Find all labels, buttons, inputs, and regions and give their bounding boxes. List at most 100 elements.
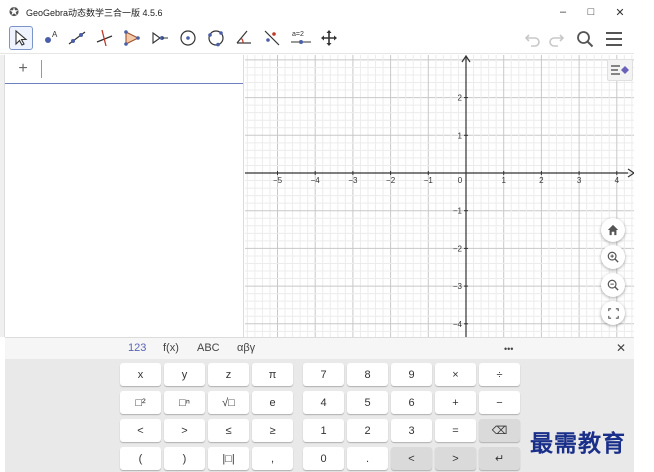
arrow-cursor-icon [15,29,28,46]
line-tool-button[interactable] [65,26,89,50]
key-backspace[interactable]: ⌫ [479,419,520,442]
y-tick-label: −4 [453,320,463,329]
key-cursor-right[interactable]: > [435,447,476,470]
keyboard-tab-numbers[interactable]: 123 [128,342,146,354]
key-5[interactable]: 5 [347,391,388,414]
key-0[interactable]: 0 [303,447,344,470]
keyboard-close-button[interactable]: ✕ [616,341,626,355]
key-power[interactable]: □ⁿ [164,391,205,414]
angle-icon [236,30,251,44]
keyboard-tab-functions[interactable]: f(x) [163,342,179,354]
move-tool-button[interactable] [9,26,33,50]
key-minus[interactable]: − [479,391,520,414]
y-tick-label: −1 [453,207,463,216]
key-3[interactable]: 3 [391,419,432,442]
fullscreen-button[interactable] [601,301,625,325]
toolbar: A a=2 [0,24,654,54]
key-less-equal[interactable]: ≤ [208,419,249,442]
key-6[interactable]: 6 [391,391,432,414]
keyboard-header: 123 f(x) ABC αβγ ••• ✕ [5,337,634,359]
key-pi[interactable]: π [252,363,293,386]
key-y[interactable]: y [164,363,205,386]
key-x[interactable]: x [120,363,161,386]
keyboard-tab-greek[interactable]: αβγ [237,342,255,354]
undo-button[interactable] [522,28,544,50]
style-bar-toggle-button[interactable] [607,59,633,81]
key-open-paren[interactable]: ( [120,447,161,470]
zoom-in-button[interactable] [601,245,625,269]
undo-icon [524,34,540,47]
keyboard-more-button[interactable]: ••• [504,344,513,354]
perpendicular-tool-button[interactable] [92,26,116,50]
key-close-paren[interactable]: ) [164,447,205,470]
key-enter[interactable]: ↵ [479,447,520,470]
key-plus[interactable]: + [435,391,476,414]
y-tick-label: −3 [453,282,463,291]
move-view-tool-button[interactable] [317,26,341,50]
key-comma[interactable]: , [252,447,293,470]
algebra-view: + [5,55,244,337]
key-1[interactable]: 1 [303,419,344,442]
hamburger-menu-icon [606,32,622,46]
close-button[interactable]: ✕ [605,0,635,24]
style-bar-icon [611,65,629,75]
key-z[interactable]: z [208,363,249,386]
x-tick-label: 2 [539,176,544,185]
key-7[interactable]: 7 [303,363,344,386]
key-abs[interactable]: |□| [208,447,249,470]
key-decimal[interactable]: . [347,447,388,470]
key-greater-than[interactable]: > [164,419,205,442]
circle-three-points-icon [208,30,224,47]
y-tick-label: 2 [458,94,463,103]
fullscreen-icon [607,307,619,319]
y-tick-label: −2 [453,244,463,253]
key-less-than[interactable]: < [120,419,161,442]
circle-center-icon [180,30,196,46]
key-square[interactable]: □² [120,391,161,414]
home-icon [607,224,619,236]
graphics-view[interactable]: −5 −4 −3 −2 −1 0 1 2 3 4 2 1 −1 −2 −3 −4 [245,55,634,337]
reflect-point-tool-button[interactable] [148,26,172,50]
redo-button[interactable] [545,28,567,50]
add-item-button[interactable]: + [5,60,41,78]
key-e[interactable]: e [252,391,293,414]
key-divide[interactable]: ÷ [479,363,520,386]
angle-tool-button[interactable] [232,26,256,50]
x-tick-label: −1 [424,176,434,185]
zoom-out-icon [607,279,619,291]
zoom-out-button[interactable] [601,273,625,297]
slider-tool-button[interactable]: a=2 [288,26,314,50]
point-tool-button[interactable]: A [38,26,62,50]
redo-icon [549,34,565,47]
point-icon: A [45,30,58,43]
x-tick-label: −2 [386,176,396,185]
search-button[interactable] [574,28,596,50]
coordinate-grid: −5 −4 −3 −2 −1 0 1 2 3 4 2 1 −1 −2 −3 −4 [245,55,634,337]
keyboard-tab-letters[interactable]: ABC [197,342,220,354]
polygon-icon [124,30,140,46]
circle-center-tool-button[interactable] [176,26,200,50]
key-multiply[interactable]: × [435,363,476,386]
home-view-button[interactable] [601,218,625,242]
line-icon [68,31,86,45]
maximize-button[interactable]: □ [576,0,606,24]
main-menu-button[interactable] [603,28,625,50]
key-cursor-left[interactable]: < [391,447,432,470]
reflect-line-tool-button[interactable] [260,26,284,50]
svg-text:A: A [52,30,58,39]
key-equals[interactable]: = [435,419,476,442]
polygon-tool-button[interactable] [120,26,144,50]
key-8[interactable]: 8 [347,363,388,386]
key-9[interactable]: 9 [391,363,432,386]
minimize-button[interactable]: – [548,0,578,24]
key-4[interactable]: 4 [303,391,344,414]
algebra-input[interactable] [41,60,221,78]
reflect-point-icon [152,31,168,45]
key-greater-equal[interactable]: ≥ [252,419,293,442]
x-tick-label: 1 [501,176,506,185]
key-2[interactable]: 2 [347,419,388,442]
watermark-text: 最需教育 [530,430,626,457]
circle-three-points-tool-button[interactable] [204,26,228,50]
x-tick-label: 4 [615,176,620,185]
key-sqrt[interactable]: √□ [208,391,249,414]
